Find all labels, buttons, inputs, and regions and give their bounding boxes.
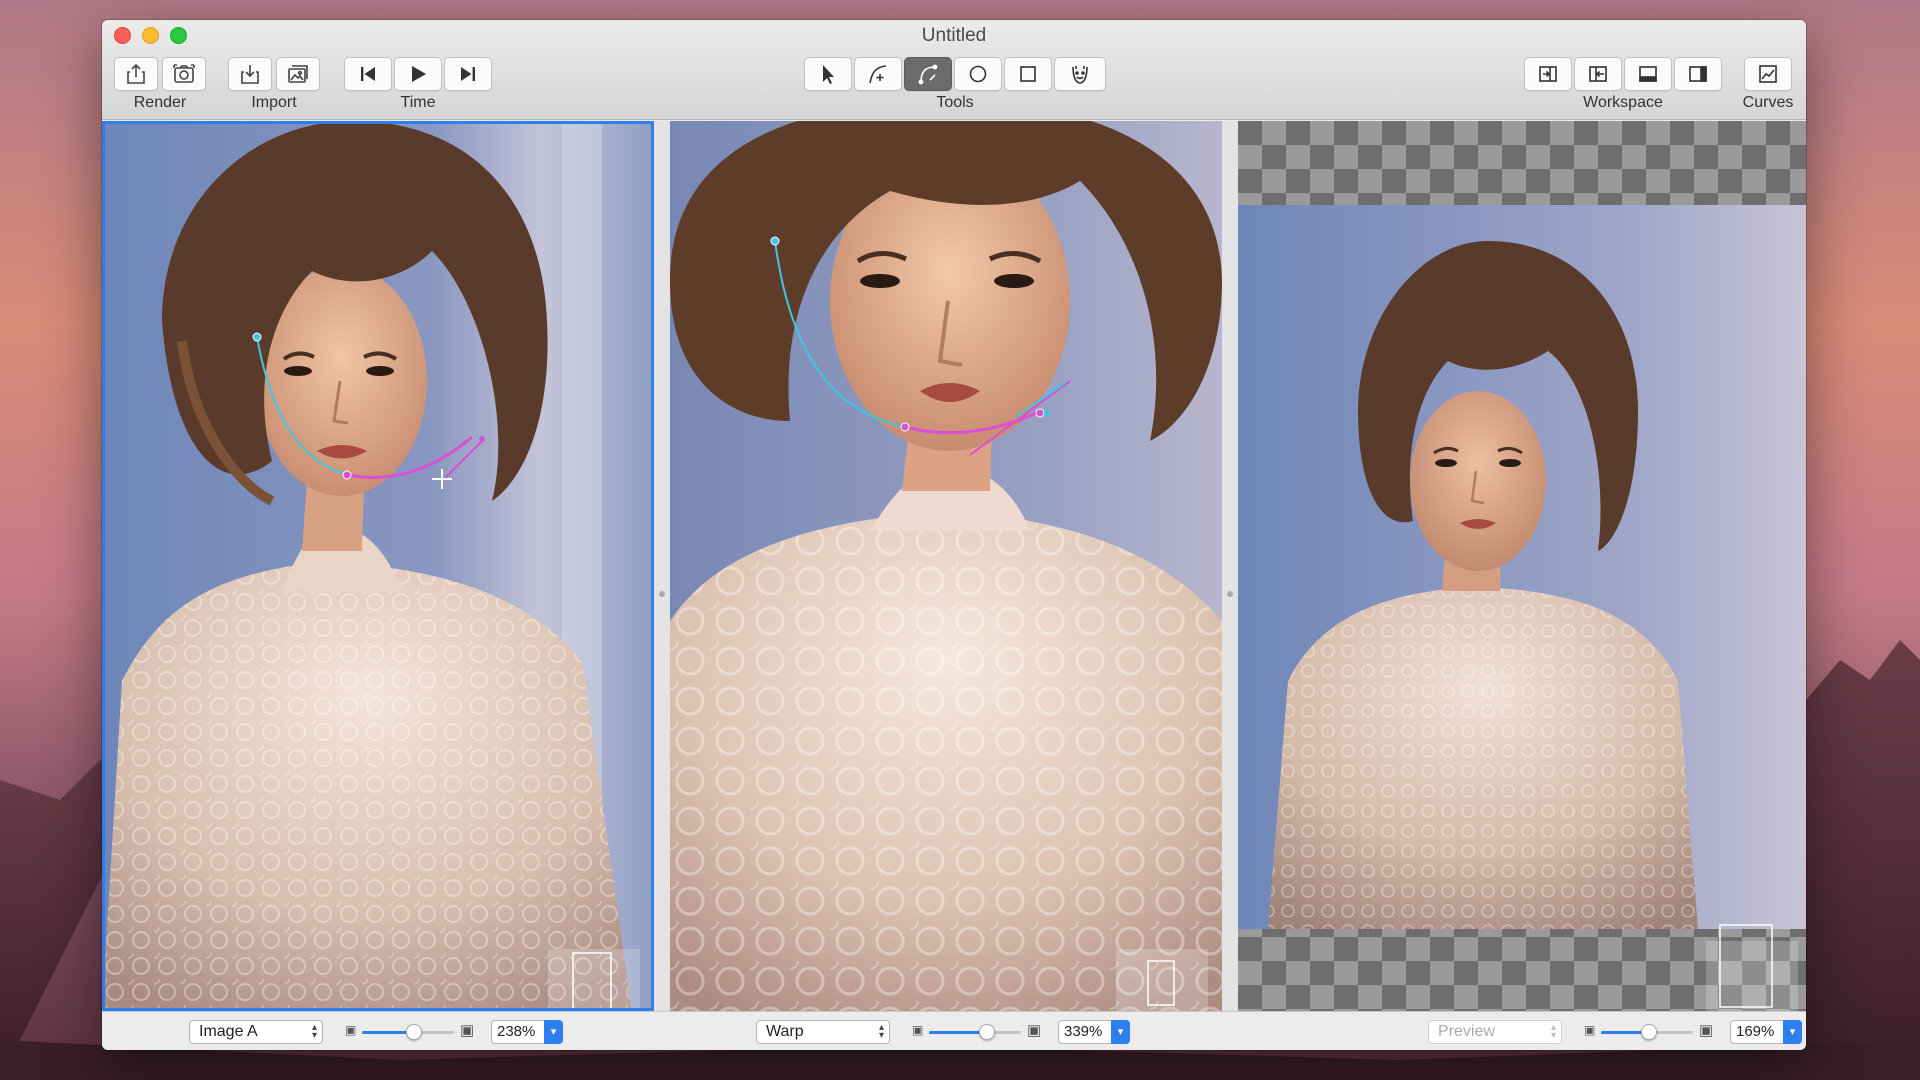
zoom-value: 238%	[497, 1023, 536, 1040]
pane-mode-popup[interactable]: Image A ▴ ▾	[189, 1020, 323, 1044]
pane-mode-label: Image A	[199, 1023, 258, 1040]
pointer-icon	[823, 65, 834, 84]
zoom-slider-thumb[interactable]	[405, 1024, 422, 1040]
zoom-slider-thumb[interactable]	[1640, 1024, 1657, 1040]
skip-back-icon	[361, 67, 375, 81]
chevron-down-icon[interactable]: ▾	[1783, 1020, 1802, 1044]
zoom-in-icon[interactable]: ▣	[1027, 1021, 1041, 1039]
share-icon	[127, 63, 145, 84]
popup-arrows-icon: ▴ ▾	[878, 1022, 884, 1041]
divider-handle[interactable]	[1227, 591, 1233, 597]
add-curve-tool-button[interactable]	[854, 57, 902, 91]
curve-tool-icon	[918, 64, 938, 85]
pane-mode-label: Warp	[766, 1023, 804, 1040]
pane-divider-left[interactable]	[654, 121, 670, 1011]
curves-button[interactable]	[1744, 57, 1792, 91]
layout-export-icon	[1589, 66, 1607, 82]
import-label: Import	[251, 94, 297, 111]
time-label: Time	[400, 94, 436, 111]
zoom-in-icon[interactable]: ▣	[1699, 1021, 1713, 1039]
window-title: Untitled	[921, 25, 987, 46]
pointer-tool-button[interactable]	[804, 57, 852, 91]
zoom-slider[interactable]	[362, 1024, 454, 1040]
zoom-slider-thumb[interactable]	[978, 1024, 995, 1040]
curves-label: Curves	[1742, 94, 1794, 111]
skip-forward-icon	[461, 67, 475, 81]
import-image-button[interactable]	[276, 57, 320, 91]
zoom-out-icon[interactable]: ▣	[912, 1023, 923, 1037]
layout-import-icon	[1539, 66, 1557, 82]
import-icon	[241, 65, 259, 84]
warp-canvas[interactable]	[670, 121, 1222, 1011]
render-share-button[interactable]	[114, 57, 158, 91]
zoom-field[interactable]: 339% ▾	[1058, 1020, 1130, 1044]
zoom-out-icon[interactable]: ▣	[345, 1023, 356, 1037]
add-curve-icon	[869, 65, 887, 84]
play-button[interactable]	[394, 57, 442, 91]
image-import-icon	[288, 65, 308, 83]
preview-canvas[interactable]	[1238, 121, 1806, 1011]
rectangle-tool-icon	[1020, 66, 1036, 82]
pane-mode-popup[interactable]: Warp ▴ ▾	[756, 1020, 890, 1044]
curve-tool-button[interactable]	[904, 57, 952, 91]
app-window: Untitled Render Import Time Tools Worksp…	[102, 20, 1806, 1050]
workspace-bottom-panel-button[interactable]	[1624, 57, 1672, 91]
play-icon	[412, 66, 426, 82]
zoom-field[interactable]: 169% ▾	[1730, 1020, 1802, 1044]
face-tool-icon	[1072, 66, 1088, 84]
curves-icon	[1759, 65, 1777, 83]
import-button[interactable]	[228, 57, 272, 91]
image-a-canvas[interactable]	[102, 121, 654, 1011]
zoom-slider[interactable]	[929, 1024, 1021, 1040]
camera-icon	[173, 64, 195, 83]
tools-label: Tools	[936, 94, 974, 111]
chevron-down-icon[interactable]: ▾	[1111, 1020, 1130, 1044]
render-label: Render	[133, 94, 187, 111]
circle-tool-button[interactable]	[954, 57, 1002, 91]
zoom-value: 169%	[1736, 1023, 1775, 1040]
workspace-import-layout-button[interactable]	[1524, 57, 1572, 91]
workspace-export-layout-button[interactable]	[1574, 57, 1622, 91]
warped-photo	[670, 121, 1222, 1011]
zoom-in-icon[interactable]: ▣	[460, 1021, 474, 1039]
popup-arrows-icon: ▴ ▾	[311, 1022, 317, 1041]
bottom-bar: Image A ▴ ▾ ▣ ▣ 238% ▾ Warp ▴ ▾ ▣ ▣ 339% ▾…	[102, 1011, 1806, 1050]
preview-photo	[1238, 121, 1806, 1011]
divider-handle[interactable]	[659, 591, 665, 597]
popup-arrows-icon: ▴ ▾	[1550, 1022, 1556, 1041]
pane-divider-right[interactable]	[1222, 121, 1238, 1011]
workspace-label: Workspace	[1583, 94, 1663, 111]
skip-forward-button[interactable]	[444, 57, 492, 91]
toolbar: Untitled Render Import Time Tools Worksp…	[102, 20, 1806, 120]
chevron-down-icon[interactable]: ▾	[544, 1020, 563, 1044]
workspace-side-panel-button[interactable]	[1674, 57, 1722, 91]
zoom-out-icon[interactable]: ▣	[1584, 1023, 1595, 1037]
circle-tool-icon	[969, 65, 987, 83]
rectangle-tool-button[interactable]	[1004, 57, 1052, 91]
zoom-slider[interactable]	[1601, 1024, 1693, 1040]
render-snapshot-button[interactable]	[162, 57, 206, 91]
skip-back-button[interactable]	[344, 57, 392, 91]
bottom-panel-icon	[1639, 66, 1657, 82]
pane-mode-label: Preview	[1438, 1023, 1495, 1040]
side-panel-icon	[1689, 66, 1707, 82]
source-photo	[102, 121, 654, 1011]
pane-mode-popup[interactable]: Preview ▴ ▾	[1428, 1020, 1562, 1044]
face-tool-button[interactable]	[1054, 57, 1106, 91]
zoom-field[interactable]: 238% ▾	[491, 1020, 563, 1044]
zoom-value: 339%	[1064, 1023, 1103, 1040]
